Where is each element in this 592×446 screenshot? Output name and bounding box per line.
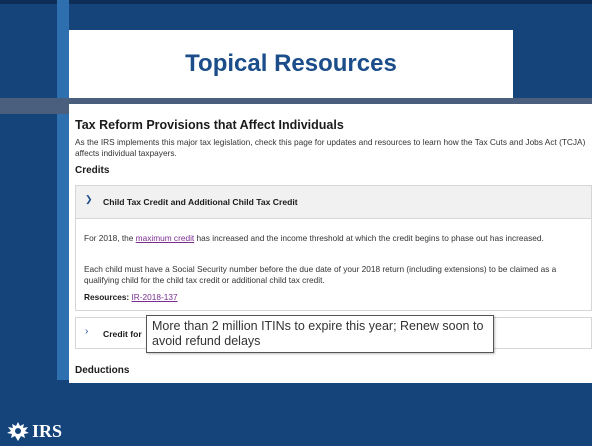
top-frame-border	[0, 0, 592, 4]
irs-logo-text: IRS	[32, 420, 63, 441]
accordion-title[interactable]: Child Tax Credit and Additional Child Ta…	[103, 197, 298, 207]
deductions-heading: Deductions	[75, 365, 130, 376]
maximum-credit-link[interactable]: maximum credit	[136, 233, 195, 243]
slide-title: Topical Resources	[185, 50, 397, 77]
left-accent-stripe	[57, 0, 69, 380]
page-heading: Tax Reform Provisions that Affect Indivi…	[75, 118, 344, 132]
webpage-screenshot: Tax Reform Provisions that Affect Indivi…	[69, 104, 592, 383]
accordion-child-tax-credit[interactable]: ❯ Child Tax Credit and Additional Child …	[75, 185, 592, 219]
accordion-2-title[interactable]: Credit for	[103, 329, 142, 339]
credit-paragraph-2: Each child must have a Social Security n…	[84, 264, 557, 285]
para1-text-start: For 2018, the	[84, 233, 136, 243]
chevron-right-icon[interactable]: ›	[85, 326, 88, 337]
chevron-down-icon[interactable]: ❯	[85, 194, 93, 205]
accordion-body: For 2018, the maximum credit has increas…	[75, 219, 592, 311]
footer-bar	[0, 383, 592, 446]
resources-label: Resources:	[84, 292, 132, 302]
credits-heading: Credits	[75, 165, 110, 176]
para1-text-end: has increased and the income threshold a…	[194, 233, 544, 243]
irs-logo: IRS	[6, 420, 62, 442]
intro-paragraph: As the IRS implements this major tax leg…	[75, 137, 586, 158]
credit-paragraph-1: For 2018, the maximum credit has increas…	[84, 233, 584, 244]
resources-line: Resources: IR-2018-137	[84, 292, 178, 302]
eagle-icon	[7, 422, 29, 441]
tooltip: More than 2 million ITINs to expire this…	[146, 315, 494, 353]
ir-2018-137-link[interactable]: IR-2018-137	[132, 292, 178, 302]
title-panel: Topical Resources	[69, 30, 513, 98]
